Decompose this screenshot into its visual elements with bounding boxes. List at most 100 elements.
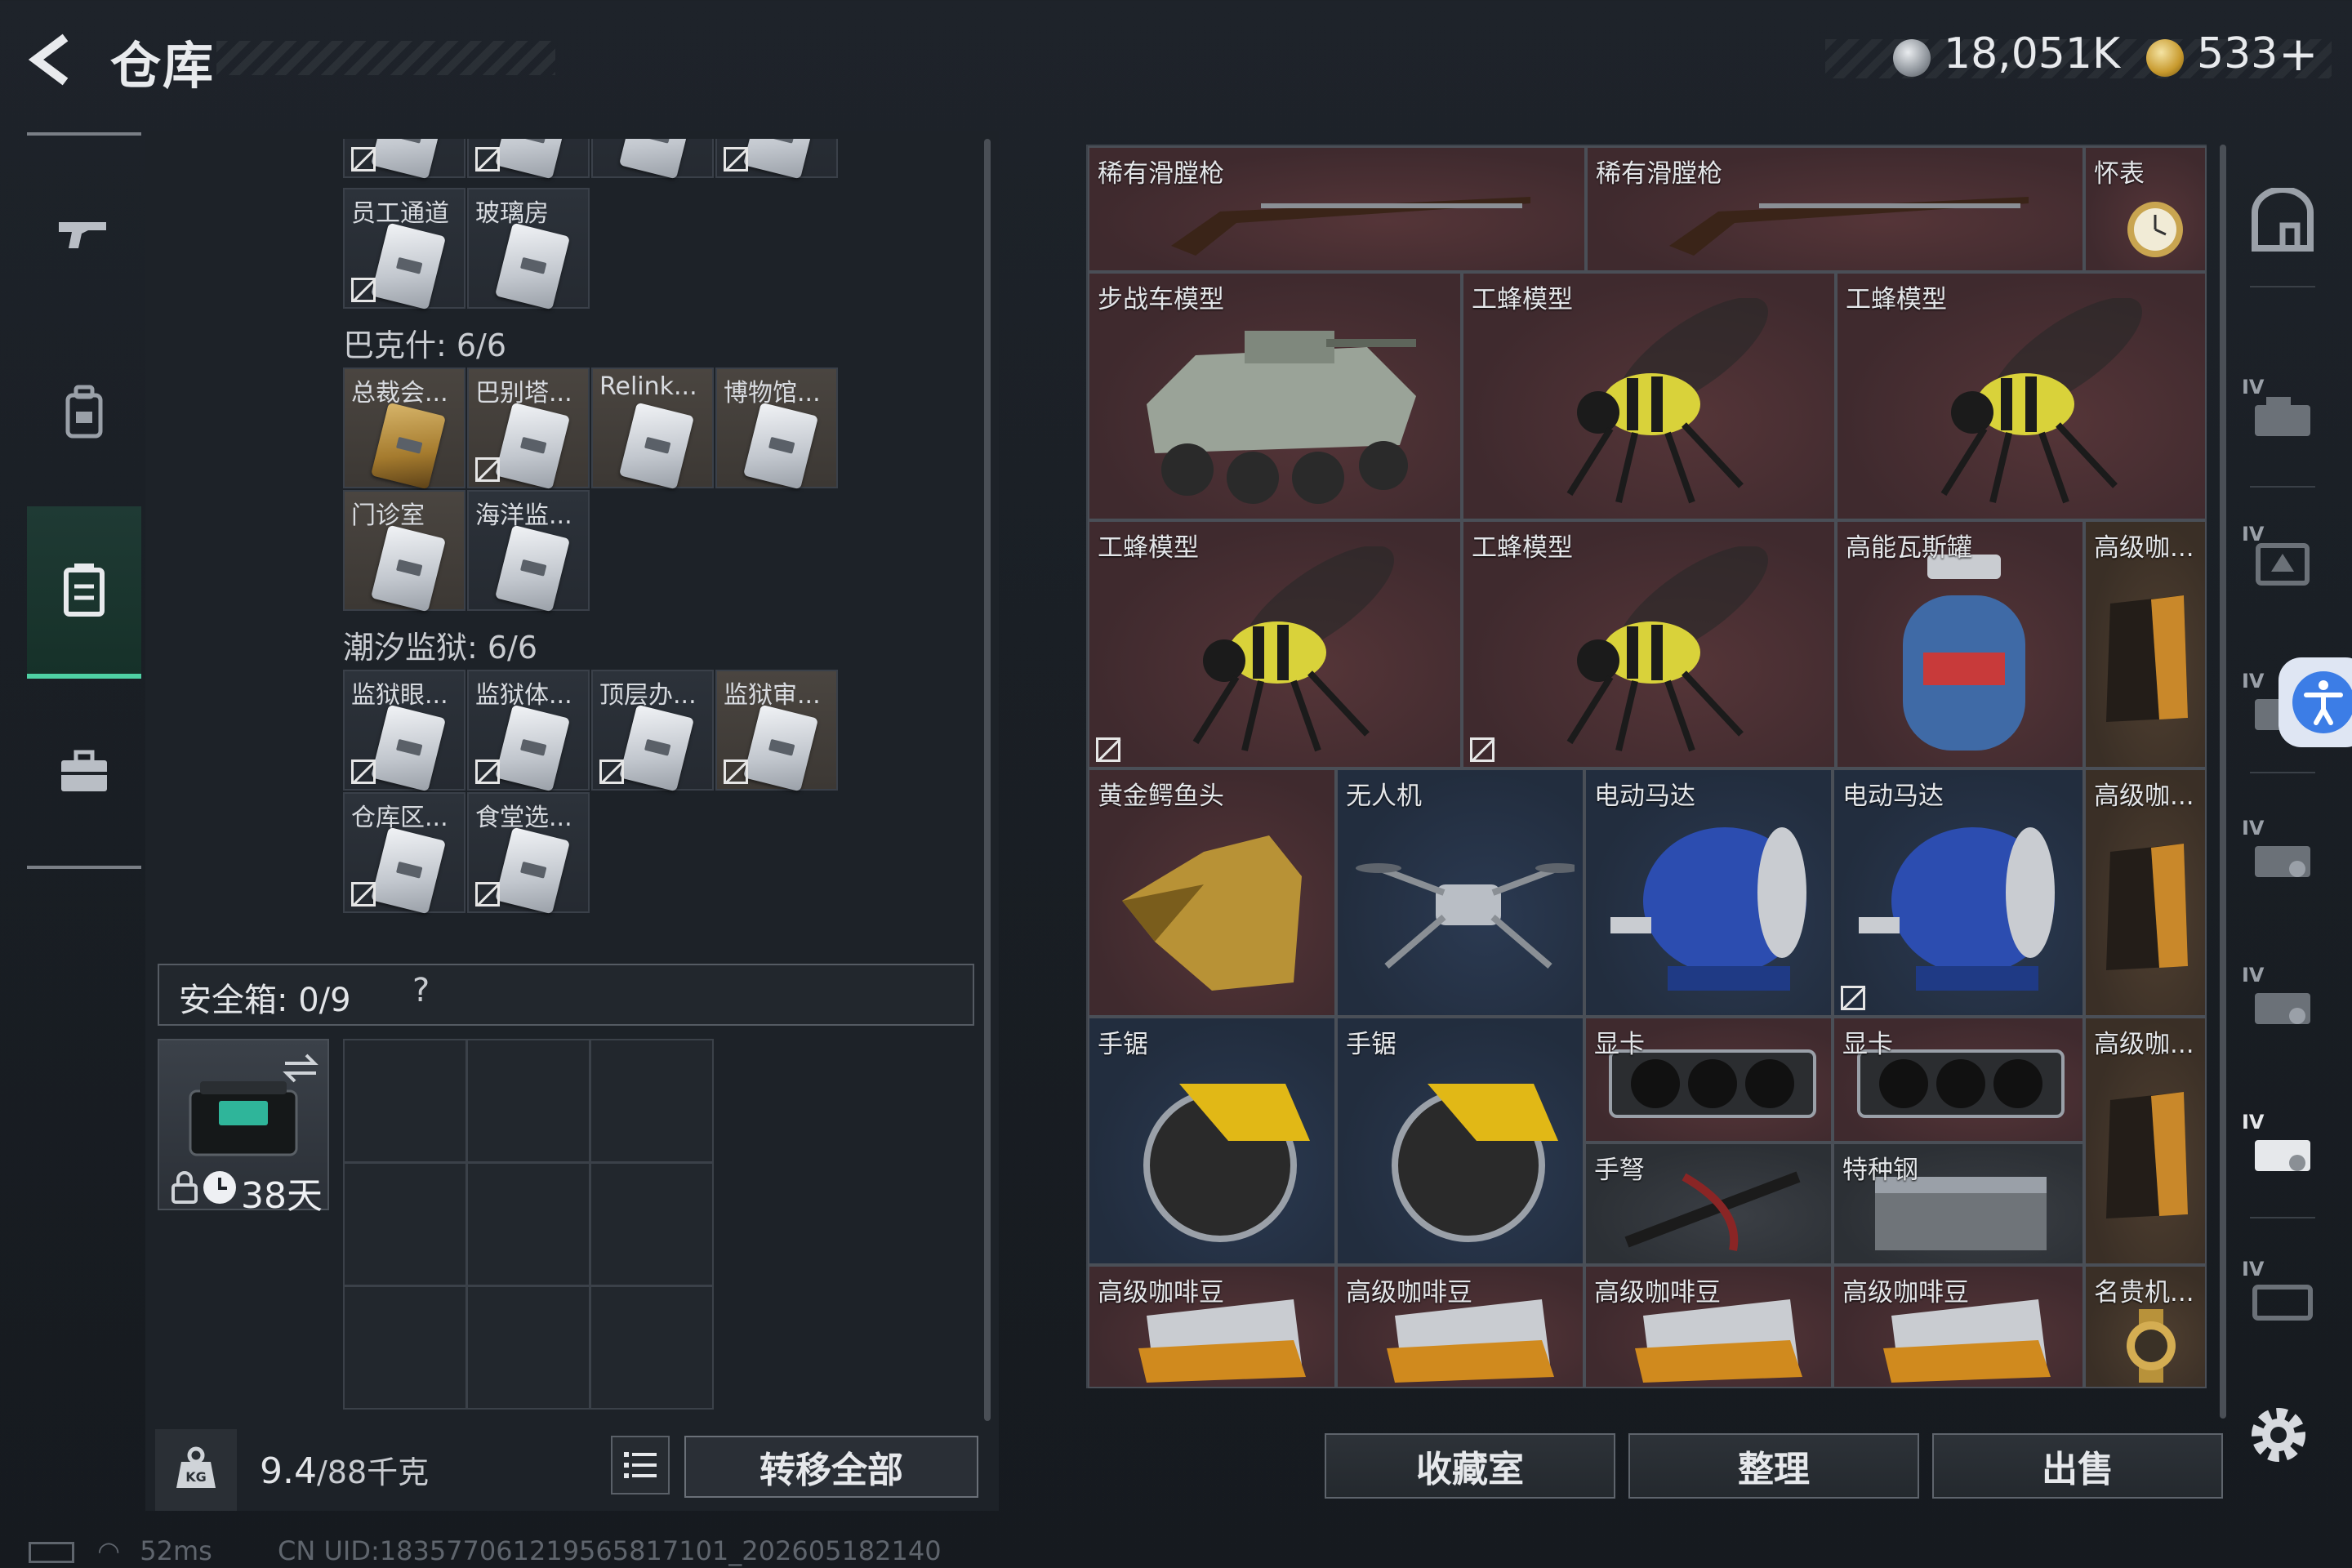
transfer-all-button[interactable]: 转移全部 <box>684 1436 978 1498</box>
key-slot[interactable]: 监狱体... <box>467 670 590 792</box>
key-slot[interactable]: 海洋监... <box>467 490 590 612</box>
svg-text:KG: KG <box>185 1469 207 1485</box>
swap-icon[interactable] <box>282 1052 319 1085</box>
electric-motor-icon <box>1859 827 2055 991</box>
safebox-container[interactable]: 38天 <box>158 1039 329 1217</box>
stash-item[interactable]: 电动马达 <box>1584 768 1833 1017</box>
key-slot[interactable]: 监狱眼... <box>343 670 466 792</box>
stash-scrollbar[interactable] <box>2220 145 2226 1419</box>
bee-model-icon <box>1192 546 1394 752</box>
item-label: 稀有滑膛枪 <box>1098 159 1224 189</box>
stash-tab-2[interactable]: IV <box>2242 523 2323 604</box>
collection-room-button[interactable]: 收藏室 <box>1325 1433 1615 1499</box>
no-drop-icon <box>475 882 500 906</box>
stash-item[interactable]: 高级咖... <box>2084 1017 2207 1265</box>
key-slot[interactable]: 总裁会... <box>343 368 466 490</box>
stash-item[interactable]: 高级咖... <box>2084 768 2207 1017</box>
key-label: 员工通道 <box>351 199 449 228</box>
stash-item[interactable]: 稀有滑膛枪 <box>1088 146 1586 272</box>
stash-item[interactable]: 高级咖啡豆 <box>1088 1265 1336 1388</box>
back-button[interactable] <box>24 31 82 88</box>
safebox-slot[interactable] <box>590 1285 714 1410</box>
stash-item[interactable]: 手弩 <box>1584 1143 1833 1265</box>
stash-item[interactable]: 手锯 <box>1336 1017 1584 1265</box>
stash-item[interactable]: 黄金鳄鱼头 <box>1088 768 1336 1017</box>
no-drop-icon <box>724 760 748 784</box>
safebox-slot[interactable] <box>343 1162 467 1286</box>
safebox-slot[interactable] <box>590 1039 714 1163</box>
premium-coin-icon <box>2146 39 2184 77</box>
stash-item[interactable]: 工蜂模型 <box>1836 272 2207 520</box>
stash-item[interactable]: 无人机 <box>1336 768 1584 1017</box>
nav-storage[interactable] <box>27 506 141 679</box>
add-currency-button[interactable]: + <box>2278 26 2319 82</box>
safebox-icon <box>189 1081 298 1156</box>
stash-item[interactable]: 工蜂模型 <box>1462 272 1836 520</box>
item-label: 工蜂模型 <box>1098 533 1199 563</box>
help-icon[interactable]: ? <box>412 972 430 1009</box>
stash-item[interactable]: 电动马达 <box>1833 768 2084 1017</box>
key-label: Relink... <box>599 372 697 401</box>
stash-item[interactable]: 稀有滑膛枪 <box>1586 146 2084 272</box>
stash-item[interactable]: 高级咖啡豆 <box>1833 1265 2084 1388</box>
stash-tab-4[interactable]: IV <box>2242 817 2323 898</box>
settings-button[interactable] <box>2242 1398 2315 1472</box>
nav-weapons[interactable] <box>27 172 141 294</box>
safebox-slot[interactable] <box>466 1285 590 1410</box>
stash-item[interactable]: 高能瓦斯罐 <box>1836 520 2084 768</box>
key-label: 食堂选... <box>475 804 572 832</box>
stash-item[interactable]: 显卡 <box>1833 1017 2084 1143</box>
safebox-slot[interactable] <box>343 1285 467 1410</box>
stash-item[interactable]: 特种钢 <box>1833 1143 2084 1265</box>
weight-icon: KG <box>176 1446 216 1488</box>
stash-item[interactable]: 高级咖啡豆 <box>1584 1265 1833 1388</box>
stash-item[interactable]: 怀表 <box>2084 146 2207 272</box>
stash-tab-6[interactable]: IV <box>2242 1111 2323 1192</box>
item-label: 高级咖... <box>2094 1030 2194 1059</box>
key-slot[interactable]: 员工通道 <box>343 188 466 310</box>
key-slot[interactable]: 顶层办... <box>591 670 714 792</box>
hand-saw-icon <box>1392 1084 1558 1242</box>
safebox-slot[interactable] <box>466 1039 590 1163</box>
safebox-header: 安全箱: 0/9 ? <box>158 964 974 1026</box>
key-slot[interactable] <box>343 139 466 180</box>
organize-button[interactable]: 整理 <box>1628 1433 1919 1499</box>
stash-item[interactable]: 高级咖... <box>2084 520 2207 768</box>
key-slot[interactable] <box>467 139 590 180</box>
left-scrollbar[interactable] <box>984 139 991 1421</box>
safebox-slot[interactable] <box>590 1162 714 1286</box>
stash-item[interactable]: 手锯 <box>1088 1017 1336 1265</box>
key-slot[interactable]: 博物馆... <box>715 368 838 490</box>
safebox-slot[interactable] <box>466 1162 590 1286</box>
key-group-title: 潮汐监狱: 6/6 <box>343 630 538 666</box>
key-slot[interactable]: 门诊室 <box>343 490 466 612</box>
key-slot[interactable] <box>715 139 838 180</box>
stash-item[interactable]: 显卡 <box>1584 1017 1833 1143</box>
key-slot[interactable]: 玻璃房 <box>467 188 590 310</box>
sell-button[interactable]: 出售 <box>1932 1433 2223 1499</box>
nav-briefcase[interactable] <box>27 710 141 833</box>
key-slot[interactable]: 巴别塔... <box>467 368 590 490</box>
item-label: 高级咖啡豆 <box>1842 1278 1969 1307</box>
stash-tab-5[interactable]: IV <box>2242 964 2323 1045</box>
key-slot[interactable] <box>591 139 714 180</box>
key-slot[interactable]: 监狱审... <box>715 670 838 792</box>
stash-item[interactable]: 工蜂模型 <box>1462 520 1836 768</box>
stash-tab-1[interactable]: IV <box>2242 376 2323 457</box>
key-slot[interactable]: Relink... <box>591 368 714 490</box>
stash-item[interactable]: 高级咖啡豆 <box>1336 1265 1584 1388</box>
item-label: 显卡 <box>1842 1030 1893 1059</box>
electric-motor-icon <box>1610 827 1806 991</box>
nav-backpack[interactable] <box>27 351 141 474</box>
weight-icon-box: KG <box>155 1429 237 1511</box>
stash-item[interactable]: 名贵机... <box>2084 1265 2207 1388</box>
accessibility-button[interactable] <box>2278 657 2352 747</box>
stash-item[interactable]: 步战车模型 <box>1088 272 1462 520</box>
safebox-slot[interactable] <box>343 1039 467 1163</box>
key-slot[interactable]: 仓库区... <box>343 792 466 915</box>
key-slot[interactable]: 食堂选... <box>467 792 590 915</box>
stash-tab-7[interactable]: IV <box>2242 1258 2323 1339</box>
list-view-button[interactable] <box>611 1436 670 1494</box>
stash-tab-home[interactable] <box>2242 180 2323 261</box>
stash-item[interactable]: 工蜂模型 <box>1088 520 1462 768</box>
